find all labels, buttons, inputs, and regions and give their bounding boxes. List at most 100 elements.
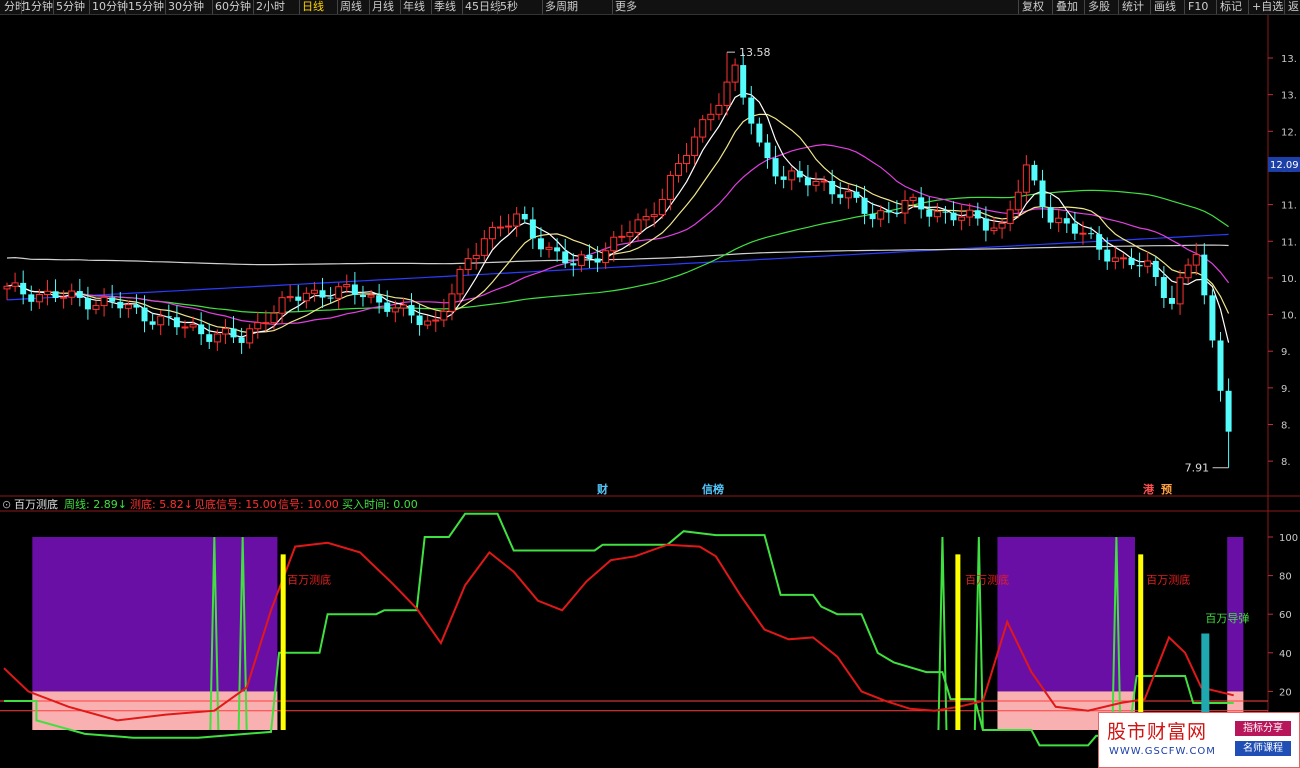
candle-body xyxy=(626,231,634,237)
candle-body xyxy=(141,307,148,322)
candle-body xyxy=(1063,218,1070,224)
candle-body xyxy=(440,310,448,321)
candle-body xyxy=(448,293,456,312)
candle-body xyxy=(1104,249,1111,262)
candle-body xyxy=(610,236,618,252)
candle-body xyxy=(691,136,699,157)
candle-body xyxy=(837,194,844,198)
candle-body xyxy=(699,119,707,138)
price-tick-label: 8. xyxy=(1281,457,1291,468)
event-xinbang-badge[interactable]: 信榜 xyxy=(702,482,724,496)
event-yu-badge[interactable]: 预 xyxy=(1161,482,1172,496)
price-tick-label: 10. xyxy=(1281,311,1297,322)
candle-body xyxy=(327,297,334,299)
candle-body xyxy=(367,294,375,298)
candle-body xyxy=(933,211,941,218)
candle-body xyxy=(1144,260,1152,267)
candle-body xyxy=(586,254,593,259)
candle-body xyxy=(133,304,140,308)
candle-body xyxy=(570,263,577,266)
candle-body xyxy=(577,254,585,266)
candle-body xyxy=(901,199,909,214)
missile-text-label: 百万导弹 xyxy=(1205,611,1249,625)
candle-body xyxy=(521,213,528,220)
buy-signal-bar xyxy=(1138,554,1144,730)
candle-body xyxy=(206,334,213,342)
candle-body xyxy=(674,163,682,176)
indicator-settings-icon[interactable]: ⊙ xyxy=(2,497,11,512)
candle-body xyxy=(748,97,755,124)
candle-body xyxy=(618,235,626,238)
event-cai-badge[interactable]: 财 xyxy=(596,482,608,496)
osc-tick-label: 100 xyxy=(1279,533,1298,544)
candle-body xyxy=(1047,207,1054,223)
candle-body xyxy=(173,317,180,328)
buy-signal-bar xyxy=(280,554,286,730)
candle-body xyxy=(829,181,836,195)
candlestick-chart[interactable]: 13.13.12.12.11.11.10.10.9.9.8.8.12.09 13… xyxy=(0,0,1300,768)
candle-body xyxy=(310,289,318,294)
candle-body xyxy=(472,254,480,260)
candle-body xyxy=(376,295,383,303)
candle-body xyxy=(60,296,68,299)
candle-body xyxy=(351,284,358,295)
candle-body xyxy=(157,315,165,326)
candle-body xyxy=(1160,277,1167,298)
candle-body xyxy=(52,291,59,299)
watermark-badge-share: 指标分享 xyxy=(1235,721,1291,736)
candle-body xyxy=(731,64,739,83)
candle-body xyxy=(117,301,124,309)
indicator-legend-3: 信号: 10.00 xyxy=(278,498,339,511)
indicator-legend-4: 买入时间: 0.00 xyxy=(342,498,418,511)
osc-tick-label: 40 xyxy=(1279,649,1292,660)
candle-body xyxy=(650,214,658,218)
candle-body xyxy=(488,226,496,240)
candle-body xyxy=(1071,223,1078,234)
candle-body xyxy=(149,321,156,325)
price-tick-label: 13. xyxy=(1281,54,1297,65)
candle-body xyxy=(432,319,440,322)
candle-body xyxy=(1152,260,1159,278)
candle-body xyxy=(124,304,132,309)
price-tick-label: 8. xyxy=(1281,421,1291,432)
candle-body xyxy=(68,290,76,298)
osc-tick-label: 60 xyxy=(1279,610,1292,621)
low-price-label: 7.91 xyxy=(1185,462,1210,475)
candle-body xyxy=(918,197,925,210)
candle-body xyxy=(982,218,989,231)
candle-body xyxy=(1014,191,1022,211)
candle-body xyxy=(181,326,189,329)
candle-body xyxy=(20,282,27,295)
candle-body xyxy=(295,296,302,301)
candle-body xyxy=(1039,180,1046,208)
candle-body xyxy=(100,296,108,307)
candle-body xyxy=(990,227,998,232)
candle-body xyxy=(1055,217,1063,224)
candle-body xyxy=(513,213,521,227)
candle-body xyxy=(812,180,820,186)
watermark-title: 股市财富网 xyxy=(1107,721,1208,743)
candle-body xyxy=(1128,257,1135,266)
candle-body xyxy=(286,296,294,299)
event-gang-badge[interactable]: 港 xyxy=(1143,482,1155,496)
candle-body xyxy=(76,291,83,298)
candle-body xyxy=(804,177,811,186)
candle-body xyxy=(359,294,366,298)
candle-body xyxy=(92,305,100,310)
candle-body xyxy=(998,223,1006,229)
candle-body xyxy=(958,216,966,221)
candle-body xyxy=(529,219,536,239)
candle-body xyxy=(319,290,326,298)
candle-body xyxy=(198,324,205,335)
candle-body xyxy=(554,247,561,252)
candle-body xyxy=(1192,254,1200,266)
candle-body xyxy=(343,283,351,288)
candle-body xyxy=(278,297,286,314)
candle-body xyxy=(505,225,513,228)
candle-body xyxy=(1096,234,1103,250)
price-tick-label: 9. xyxy=(1281,384,1291,395)
candle-body xyxy=(246,328,254,344)
price-tick-label: 10. xyxy=(1281,274,1297,285)
candle-body xyxy=(3,285,11,290)
osc-tick-label: 80 xyxy=(1279,572,1292,583)
